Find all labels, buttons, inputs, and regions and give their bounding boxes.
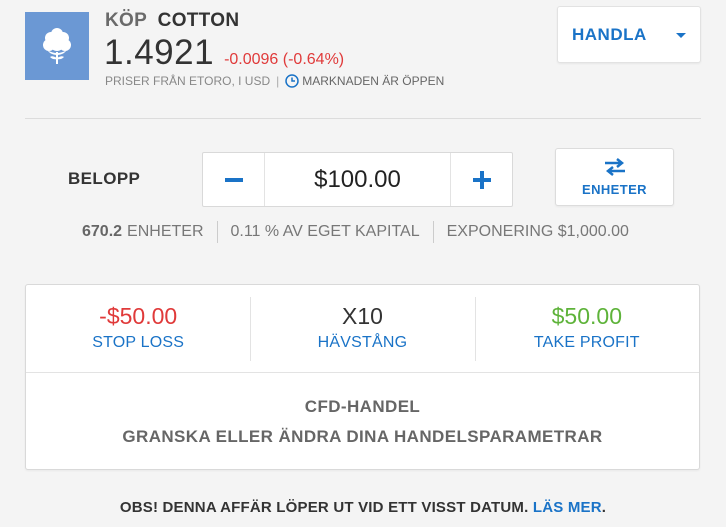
read-more-link[interactable]: LÄS MER (533, 499, 602, 516)
units-toggle-button[interactable]: ENHETER (555, 148, 674, 206)
units-button-label: ENHETER (582, 181, 647, 197)
current-price: 1.4921 (104, 33, 215, 72)
cotton-plant-icon (43, 28, 71, 64)
stop-loss-setting[interactable]: -$50.00 STOP LOSS (26, 285, 250, 372)
info-separator (216, 221, 218, 243)
amount-label: BELOPP (68, 169, 141, 188)
trade-parameters-row: -$50.00 STOP LOSS X10 HÄVSTÅNG $50.00 TA… (26, 285, 699, 373)
amount-stepper: $100.00 (202, 152, 513, 207)
stop-loss-label: STOP LOSS (92, 334, 185, 351)
trade-dropdown-button[interactable]: HANDLA (557, 6, 701, 63)
swap-arrows-icon (604, 157, 625, 176)
expiry-notice-text: OBS! DENNA AFFÄR LÖPER UT VID ETT VISST … (119, 499, 533, 516)
stop-loss-value: -$50.00 (99, 303, 178, 329)
clock-icon (285, 74, 300, 88)
leverage-value: X10 (342, 303, 383, 329)
meta-separator: | (276, 74, 280, 88)
minus-icon (224, 177, 243, 182)
review-parameters-button[interactable]: CFD-HANDEL GRANSKA ELLER ÄNDRA DINA HAND… (26, 373, 699, 447)
market-status: MARKNADEN ÄR ÖPPEN (302, 74, 445, 88)
header-divider (25, 118, 701, 119)
price-meta: PRISER FRÅN ETORO, I USD | MARKNADEN ÄR … (105, 74, 444, 88)
position-info: 670.2 ENHETER 0.11 % AV EGET KAPITAL EXP… (82, 221, 629, 243)
info-separator (432, 221, 434, 243)
instrument-title: KÖP COTTON (105, 10, 239, 32)
notice-suffix: . (601, 499, 607, 516)
amount-input[interactable]: $100.00 (265, 153, 450, 206)
units-label: ENHETER (127, 223, 204, 240)
equity-percentage: 0.11 % AV EGET KAPITAL (230, 223, 420, 240)
exposure-value: EXPONERING $1,000.00 (446, 223, 629, 240)
caret-down-icon (676, 33, 686, 38)
instrument-name: COTTON (157, 10, 240, 31)
plus-icon (472, 170, 491, 189)
take-profit-label: TAKE PROFIT (533, 334, 640, 351)
take-profit-setting[interactable]: $50.00 TAKE PROFIT (474, 285, 699, 372)
leverage-setting[interactable]: X10 HÄVSTÅNG (250, 285, 474, 372)
leverage-label: HÄVSTÅNG (317, 334, 408, 351)
take-profit-value: $50.00 (551, 303, 622, 329)
trade-parameters-card: -$50.00 STOP LOSS X10 HÄVSTÅNG $50.00 TA… (25, 284, 700, 470)
increase-amount-button[interactable] (450, 153, 512, 206)
price-change: -0.0096 (-0.64%) (224, 51, 345, 68)
decrease-amount-button[interactable] (203, 153, 265, 206)
trade-button-label: HANDLA (572, 24, 647, 44)
expiry-notice: OBS! DENNA AFFÄR LÖPER UT VID ETT VISST … (0, 499, 726, 516)
price-source: PRISER FRÅN ETORO, I USD (105, 74, 271, 88)
cfd-trade-title: CFD-HANDEL (304, 397, 421, 416)
trade-action: KÖP (105, 10, 148, 31)
units-count: 670.2 (82, 223, 123, 240)
price-row: 1.4921 -0.0096 (-0.64%) (104, 33, 344, 73)
review-parameters-text: GRANSKA ELLER ÄNDRA DINA HANDELSPARAMETR… (122, 427, 603, 446)
instrument-logo (25, 12, 89, 80)
